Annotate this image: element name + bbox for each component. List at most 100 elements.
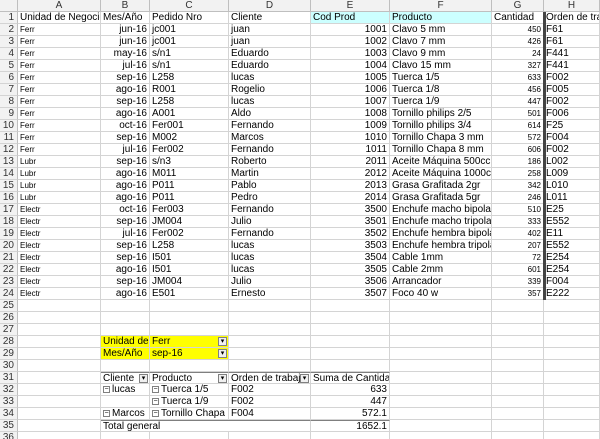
cell-c[interactable]: [150, 432, 229, 439]
column-header-d[interactable]: D: [229, 0, 311, 12]
cell-e[interactable]: 1009: [311, 120, 390, 132]
cell-h[interactable]: L011: [544, 192, 600, 204]
pivot-producto[interactable]: − Tuerca 1/9: [150, 396, 229, 408]
cell-e[interactable]: [311, 336, 390, 348]
collapse-icon[interactable]: −: [152, 397, 159, 405]
cell-f[interactable]: Tuerca 1/8: [390, 84, 492, 96]
cell-h[interactable]: F441: [544, 48, 600, 60]
cell-d[interactable]: [229, 336, 311, 348]
cell-b[interactable]: ago-16: [101, 84, 150, 96]
cell-a[interactable]: Lubr: [18, 192, 101, 204]
cell-a[interactable]: [18, 300, 101, 312]
cell-e[interactable]: 3507: [311, 288, 390, 300]
cell-d[interactable]: [229, 300, 311, 312]
cell-d[interactable]: Rogelio: [229, 84, 311, 96]
row-header[interactable]: 8: [0, 96, 18, 108]
row-header[interactable]: 11: [0, 132, 18, 144]
cell-d[interactable]: lucas: [229, 240, 311, 252]
cell-a[interactable]: Ferr: [18, 24, 101, 36]
cell-e[interactable]: 3505: [311, 264, 390, 276]
cell-d[interactable]: Marcos: [229, 132, 311, 144]
cell-h[interactable]: E25: [544, 204, 600, 216]
cell-f[interactable]: Clavo 5 mm: [390, 24, 492, 36]
row-header[interactable]: 1: [0, 12, 18, 24]
row-header[interactable]: 36: [0, 432, 18, 439]
cell-g[interactable]: [492, 300, 544, 312]
cell-f[interactable]: Clavo 15 mm: [390, 60, 492, 72]
collapse-icon[interactable]: −: [152, 409, 159, 417]
cell-d[interactable]: juan: [229, 24, 311, 36]
cell-h[interactable]: [544, 420, 600, 432]
pivot-orden[interactable]: F002: [229, 396, 311, 408]
cell-f[interactable]: [390, 360, 492, 372]
cell-b[interactable]: sep-16: [101, 240, 150, 252]
cell-b[interactable]: ago-16: [101, 168, 150, 180]
cell-g[interactable]: 339: [492, 276, 544, 288]
cell-b[interactable]: [101, 360, 150, 372]
cell-f[interactable]: [390, 408, 492, 420]
row-header[interactable]: 13: [0, 156, 18, 168]
cell-b[interactable]: jul-16: [101, 60, 150, 72]
cell-f[interactable]: Cable 1mm: [390, 252, 492, 264]
cell-a[interactable]: Electr: [18, 252, 101, 264]
row-header[interactable]: 21: [0, 252, 18, 264]
cell-e[interactable]: 3504: [311, 252, 390, 264]
row-header[interactable]: 4: [0, 48, 18, 60]
pivot-filter-label[interactable]: Mes/Año: [101, 348, 150, 360]
cell-c[interactable]: Fer003: [150, 204, 229, 216]
cell-g[interactable]: 633: [492, 72, 544, 84]
cell-c[interactable]: s/n1: [150, 60, 229, 72]
row-header[interactable]: 24: [0, 288, 18, 300]
cell-f[interactable]: Aceite Máquina 500cc: [390, 156, 492, 168]
cell-b[interactable]: sep-16: [101, 96, 150, 108]
pivot-header-orden[interactable]: Orden de trabajo ▾: [229, 372, 311, 384]
cell-h[interactable]: E11: [544, 228, 600, 240]
column-header-c[interactable]: C: [150, 0, 229, 12]
cell-e[interactable]: [311, 300, 390, 312]
row-header[interactable]: 20: [0, 240, 18, 252]
column-header-e[interactable]: E: [311, 0, 390, 12]
column-header-b[interactable]: B: [101, 0, 150, 12]
cell-h[interactable]: [544, 396, 600, 408]
cell-a[interactable]: [18, 432, 101, 439]
cell-h[interactable]: [544, 300, 600, 312]
cell-a[interactable]: Electr: [18, 276, 101, 288]
cell-d[interactable]: Fernando: [229, 144, 311, 156]
pivot-header-suma[interactable]: Suma de Cantidad: [311, 372, 390, 384]
pivot-producto[interactable]: −Tornillo Chapa 3 mm: [150, 408, 229, 420]
pivot-producto[interactable]: − Tuerca 1/5: [150, 384, 229, 396]
cell-h[interactable]: [544, 372, 600, 384]
cell-a[interactable]: [18, 372, 101, 384]
cell-c[interactable]: JM004: [150, 276, 229, 288]
cell-g[interactable]: [492, 408, 544, 420]
cell-b[interactable]: sep-16: [101, 156, 150, 168]
cell-b[interactable]: jun-16: [101, 24, 150, 36]
cell-g[interactable]: [492, 348, 544, 360]
cell-a[interactable]: [18, 384, 101, 396]
cell-g[interactable]: 510: [492, 204, 544, 216]
cell-h[interactable]: [544, 336, 600, 348]
cell-e[interactable]: 3506: [311, 276, 390, 288]
cell-b[interactable]: ago-16: [101, 108, 150, 120]
row-header[interactable]: 16: [0, 192, 18, 204]
cell-a[interactable]: Ferr: [18, 120, 101, 132]
cell-g[interactable]: [492, 336, 544, 348]
cell-f[interactable]: Foco 40 w: [390, 288, 492, 300]
cell-c[interactable]: P011: [150, 180, 229, 192]
header-cell-a[interactable]: Unidad de Negocios: [18, 12, 101, 24]
pivot-total-label[interactable]: Total general: [101, 420, 311, 432]
pivot-orden[interactable]: F002: [229, 384, 311, 396]
cell-e[interactable]: [311, 432, 390, 439]
filter-dropdown-icon[interactable]: ▾: [218, 349, 227, 358]
pivot-dropdown-icon[interactable]: ▾: [300, 374, 309, 383]
cell-e[interactable]: 2011: [311, 156, 390, 168]
cell-g[interactable]: 186: [492, 156, 544, 168]
cell-g[interactable]: 572: [492, 132, 544, 144]
cell-f[interactable]: [390, 372, 492, 384]
cell-e[interactable]: 2014: [311, 192, 390, 204]
cell-c[interactable]: Fer002: [150, 144, 229, 156]
cell-h[interactable]: F25: [544, 120, 600, 132]
spreadsheet-grid[interactable]: ABCDEFGH1Unidad de NegociosMes/AñoPedido…: [0, 0, 600, 439]
cell-h[interactable]: F441: [544, 60, 600, 72]
cell-g[interactable]: 246: [492, 192, 544, 204]
